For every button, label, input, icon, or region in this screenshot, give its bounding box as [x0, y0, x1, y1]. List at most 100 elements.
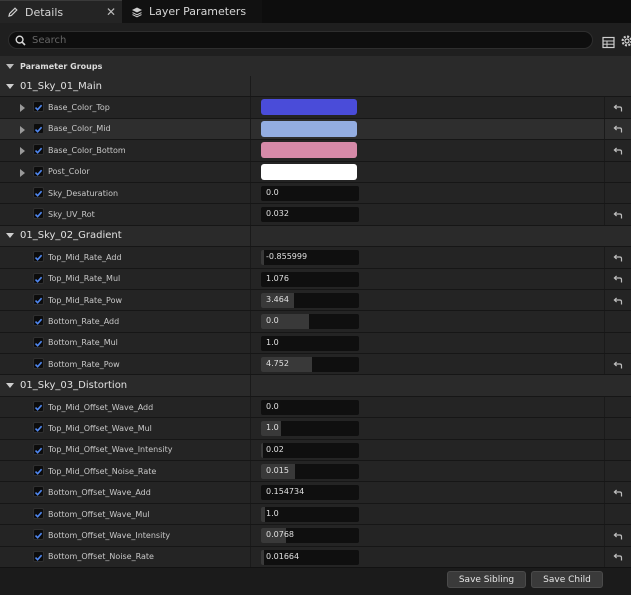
scalar-value-field[interactable]: 1.0 — [261, 421, 359, 437]
parameter-groups-header[interactable]: Parameter Groups — [0, 56, 631, 76]
parameter-group-header[interactable]: 01_Sky_02_Gradient — [0, 225, 251, 247]
color-swatch[interactable] — [261, 163, 357, 180]
scalar-value-field[interactable]: 0.0 — [261, 314, 359, 330]
parameter-enable-checkbox[interactable] — [33, 422, 44, 434]
parameter-enable-checkbox[interactable] — [33, 315, 44, 327]
parameter-enable-checkbox[interactable] — [33, 358, 44, 370]
parameter-row[interactable]: Post_Color — [0, 161, 631, 183]
parameter-enable-checkbox[interactable] — [33, 507, 44, 519]
parameter-row[interactable]: Top_Mid_Rate_Mul 1.076 — [0, 268, 631, 290]
parameter-enable-checkbox[interactable] — [33, 486, 44, 498]
parameter-row[interactable]: Base_Color_Bottom — [0, 140, 631, 162]
reset-to-default-icon[interactable] — [613, 483, 623, 502]
scalar-value-field[interactable]: 0.02 — [261, 442, 359, 458]
scalar-value-field[interactable]: 0.032 — [261, 207, 359, 223]
parameter-enable-checkbox[interactable] — [33, 336, 44, 348]
parameter-enable-checkbox[interactable] — [33, 186, 44, 198]
parameter-enable-checkbox[interactable] — [33, 101, 44, 113]
parameter-row[interactable]: Bottom_Rate_Add 0.0 — [0, 311, 631, 333]
parameter-enable-checkbox[interactable] — [33, 251, 44, 263]
tab-layer-parameters[interactable]: Layer Parameters — [122, 0, 262, 23]
reset-to-default-icon[interactable] — [613, 547, 623, 566]
parameter-row[interactable]: Top_Mid_Offset_Wave_Mul 1.0 — [0, 418, 631, 440]
scalar-value-field[interactable]: 4.752 — [261, 357, 359, 373]
parameter-row[interactable]: Top_Mid_Offset_Noise_Rate 0.015 — [0, 461, 631, 483]
parameter-group-row[interactable]: 01_Sky_01_Main — [0, 76, 631, 98]
reset-to-default-icon[interactable] — [613, 248, 623, 267]
reset-to-default-icon[interactable] — [613, 526, 623, 545]
parameter-row[interactable]: Bottom_Offset_Noise_Rate 0.01664 — [0, 546, 631, 568]
scalar-slider-fill — [261, 250, 264, 266]
expand-arrow-icon[interactable] — [20, 125, 25, 134]
scalar-value-field[interactable]: 1.0 — [261, 506, 359, 522]
parameter-value-cell: 0.0 — [251, 182, 605, 204]
parameter-group-header[interactable]: 01_Sky_03_Distortion — [0, 375, 251, 396]
parameter-row[interactable]: Top_Mid_Rate_Add -0.855999 — [0, 247, 631, 269]
save-child-button[interactable]: Save Child — [531, 571, 603, 588]
parameter-row[interactable]: Bottom_Offset_Wave_Intensity 0.0768 — [0, 525, 631, 547]
parameter-row[interactable]: Sky_Desaturation 0.0 — [0, 182, 631, 205]
search-input[interactable] — [32, 34, 572, 46]
parameter-group-row[interactable]: 01_Sky_03_Distortion — [0, 375, 631, 397]
parameter-value-cell: 3.464 — [251, 289, 605, 311]
parameter-row[interactable]: Top_Mid_Offset_Wave_Intensity 0.02 — [0, 439, 631, 462]
scalar-value-field[interactable]: 0.0768 — [261, 528, 359, 544]
scalar-value-field[interactable]: 3.464 — [261, 292, 359, 308]
reset-to-default-icon[interactable] — [613, 98, 623, 117]
scalar-value-field[interactable]: 0.154734 — [261, 485, 359, 501]
scalar-value-field[interactable]: 0.01664 — [261, 549, 359, 565]
color-swatch[interactable] — [261, 99, 357, 116]
search-box[interactable] — [8, 31, 593, 49]
parameter-group-header[interactable]: 01_Sky_01_Main — [0, 76, 251, 97]
parameter-enable-checkbox[interactable] — [33, 293, 44, 305]
reset-to-default-icon[interactable] — [613, 141, 623, 160]
parameter-row[interactable]: Bottom_Rate_Mul 1.0 — [0, 332, 631, 355]
parameter-group-row[interactable]: 01_Sky_02_Gradient — [0, 225, 631, 248]
expand-arrow-icon[interactable] — [20, 147, 25, 156]
collapse-triangle-icon — [6, 63, 14, 69]
parameter-value-cell: 0.01664 — [251, 546, 605, 567]
parameter-enable-checkbox[interactable] — [33, 208, 44, 220]
scalar-value-field[interactable]: 1.076 — [261, 271, 359, 287]
close-icon[interactable]: ✕ — [106, 5, 116, 19]
parameter-enable-checkbox[interactable] — [33, 272, 44, 284]
scalar-value-field[interactable]: 0.0 — [261, 399, 359, 415]
parameter-name-cell: Sky_UV_Rot — [0, 204, 251, 225]
checkmark-icon — [34, 290, 43, 309]
reset-to-default-icon[interactable] — [613, 205, 623, 224]
scalar-value-field[interactable]: 1.0 — [261, 335, 359, 351]
parameter-row[interactable]: Top_Mid_Rate_Pow 3.464 — [0, 289, 631, 312]
parameter-enable-checkbox[interactable] — [33, 144, 44, 156]
reset-to-default-icon[interactable] — [613, 269, 623, 288]
parameter-enable-checkbox[interactable] — [33, 400, 44, 412]
parameter-row[interactable]: Base_Color_Mid — [0, 118, 631, 141]
parameter-enable-checkbox[interactable] — [33, 465, 44, 477]
gear-icon[interactable] — [620, 33, 631, 47]
parameter-row[interactable]: Bottom_Rate_Pow 4.752 — [0, 354, 631, 376]
parameter-row[interactable]: Bottom_Offset_Wave_Add 0.154734 — [0, 482, 631, 504]
save-sibling-button[interactable]: Save Sibling — [447, 571, 526, 588]
parameter-enable-checkbox[interactable] — [33, 165, 44, 177]
color-swatch[interactable] — [261, 120, 357, 137]
tab-details[interactable]: Details ✕ — [0, 0, 122, 23]
parameter-enable-checkbox[interactable] — [33, 122, 44, 134]
parameter-name-cell: Base_Color_Mid — [0, 118, 251, 140]
parameter-enable-checkbox[interactable] — [33, 550, 44, 562]
reset-to-default-icon[interactable] — [613, 291, 623, 310]
expand-arrow-icon[interactable] — [20, 168, 25, 177]
scalar-value-field[interactable]: 0.0 — [261, 185, 359, 201]
reset-to-default-icon[interactable] — [613, 355, 623, 374]
parameter-row[interactable]: Base_Color_Top — [0, 97, 631, 119]
scalar-value-field[interactable]: -0.855999 — [261, 250, 359, 266]
scalar-value-field[interactable]: 0.015 — [261, 464, 359, 480]
parameter-row[interactable]: Bottom_Offset_Wave_Mul 1.0 — [0, 503, 631, 526]
parameter-row[interactable]: Top_Mid_Offset_Wave_Add 0.0 — [0, 396, 631, 419]
parameter-enable-checkbox[interactable] — [33, 529, 44, 541]
parameter-row[interactable]: Sky_UV_Rot 0.032 — [0, 204, 631, 226]
reset-cell — [605, 183, 631, 203]
color-swatch[interactable] — [261, 142, 357, 159]
parameter-enable-checkbox[interactable] — [33, 443, 44, 455]
reset-to-default-icon[interactable] — [613, 119, 623, 138]
table-view-icon[interactable] — [602, 34, 615, 49]
expand-arrow-icon[interactable] — [20, 104, 25, 113]
